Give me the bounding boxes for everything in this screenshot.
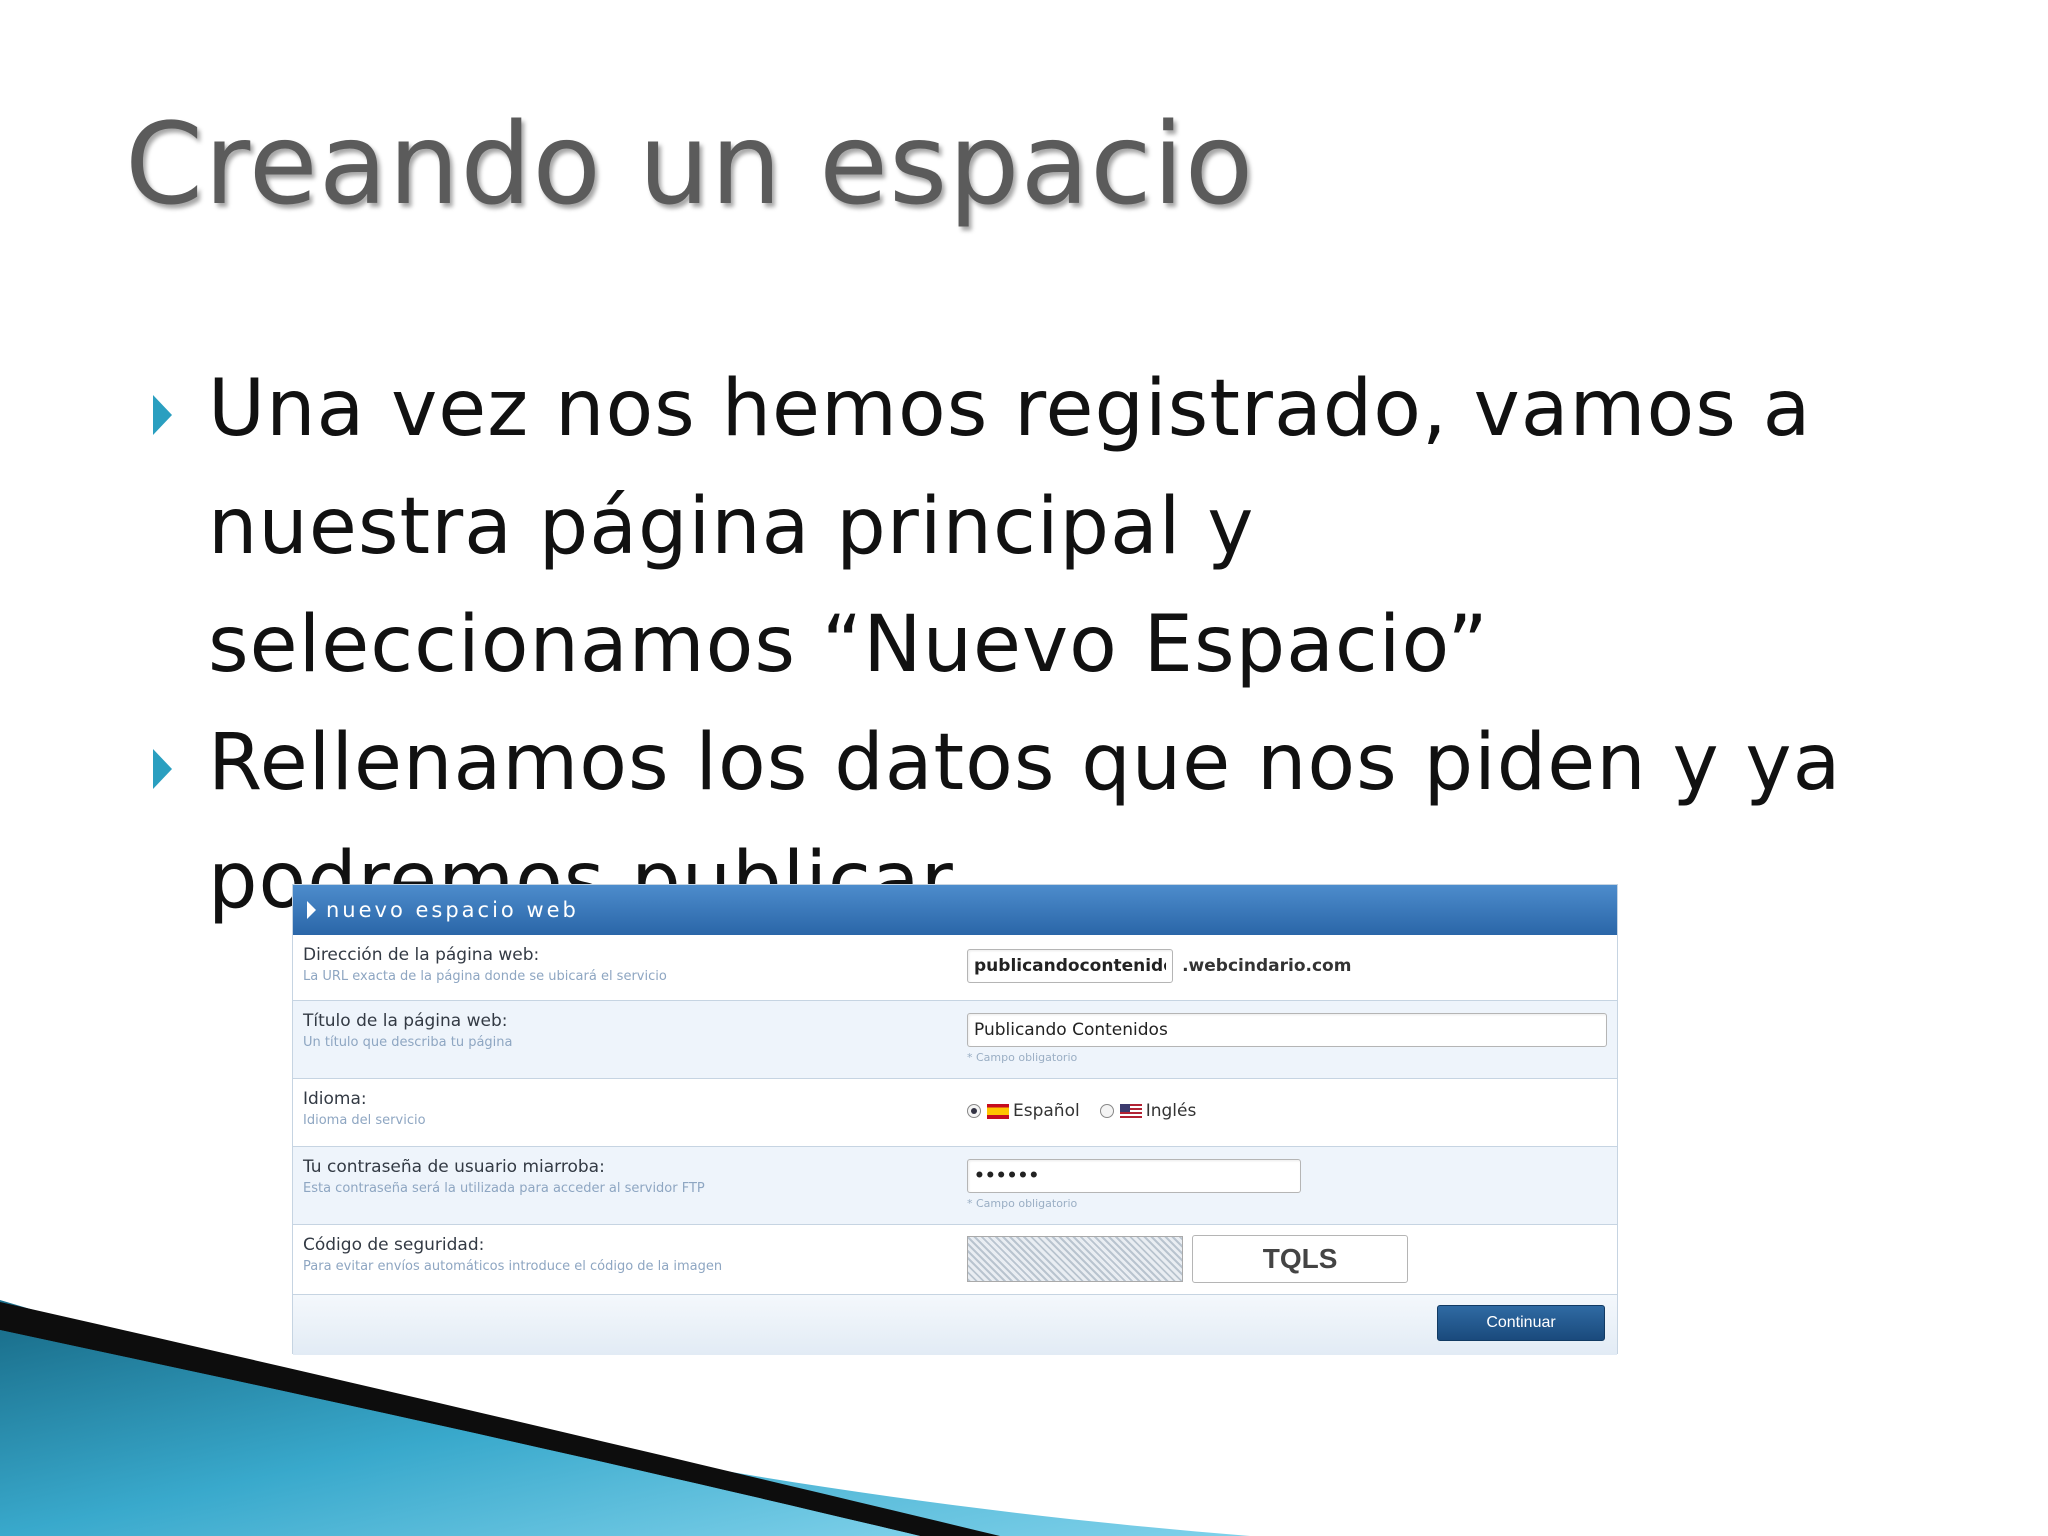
password-row: Tu contraseña de usuario miarroba: Esta … (293, 1147, 1617, 1225)
title-row: Título de la página web: Un título que d… (293, 1001, 1617, 1079)
title-label: Título de la página web: (303, 1011, 508, 1031)
language-row: Idioma: Idioma del servicio Español Ingl… (293, 1079, 1617, 1147)
address-row: Dirección de la página web: La URL exact… (293, 935, 1617, 1001)
language-sublabel: Idioma del servicio (303, 1113, 426, 1128)
triangle-right-icon (307, 901, 316, 919)
triangle-bullet-icon (153, 749, 172, 789)
form-footer: Continuar (293, 1295, 1617, 1355)
slide-title: Creando un espacio (125, 100, 1255, 230)
radio-espanol[interactable] (967, 1104, 981, 1118)
form-header-title: nuevo espacio web (326, 898, 579, 922)
address-sublabel: La URL exacta de la página donde se ubic… (303, 969, 667, 984)
page-title-input[interactable] (967, 1013, 1607, 1047)
language-label: Idioma: (303, 1089, 367, 1109)
password-required-hint: * Campo obligatorio (967, 1197, 1078, 1210)
bullet-list: Una vez nos hemos registrado, vamos a nu… (150, 350, 1850, 940)
title-sublabel: Un título que describa tu página (303, 1035, 513, 1050)
captcha-image (967, 1236, 1183, 1282)
password-sublabel: Esta contraseña será la utilizada para a… (303, 1181, 705, 1196)
address-input[interactable] (967, 949, 1173, 983)
domain-suffix: .webcindario.com (1182, 956, 1352, 976)
option-espanol-label: Español (1013, 1101, 1080, 1121)
bullet-item: Una vez nos hemos registrado, vamos a nu… (150, 350, 1850, 704)
usa-flag-icon (1119, 1103, 1142, 1119)
captcha-input[interactable]: TQLS (1192, 1235, 1409, 1283)
option-ingles-label: Inglés (1145, 1101, 1197, 1121)
triangle-bullet-icon (153, 395, 172, 435)
password-input[interactable] (967, 1159, 1301, 1193)
new-space-form: nuevo espacio web Dirección de la página… (292, 884, 1618, 1355)
form-header: nuevo espacio web (293, 885, 1617, 935)
bullet-text: Una vez nos hemos registrado, vamos a nu… (208, 364, 1812, 690)
radio-ingles[interactable] (1099, 1104, 1114, 1118)
address-label: Dirección de la página web: (303, 945, 540, 965)
password-label: Tu contraseña de usuario miarroba: (303, 1157, 605, 1177)
captcha-sublabel: Para evitar envíos automáticos introduce… (303, 1259, 723, 1274)
spain-flag-icon (987, 1103, 1009, 1119)
title-required-hint: * Campo obligatorio (967, 1051, 1078, 1064)
captcha-row: Código de seguridad: Para evitar envíos … (293, 1225, 1617, 1295)
captcha-label: Código de seguridad: (303, 1235, 485, 1255)
continue-button[interactable]: Continuar (1437, 1305, 1605, 1341)
